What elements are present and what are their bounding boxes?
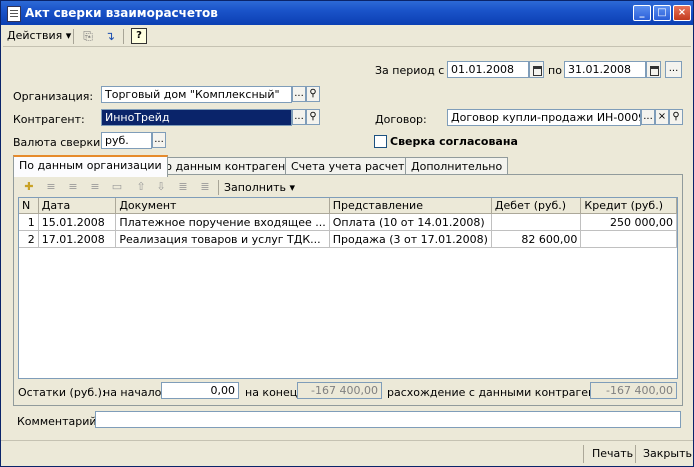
- copy-row-icon[interactable]: ≡: [44, 181, 58, 193]
- cell-document[interactable]: Платежное поручение входящее ...: [115, 213, 330, 231]
- cell-presentation[interactable]: Продажа (3 от 17.01.2008): [329, 230, 492, 248]
- currency-field[interactable]: руб.: [101, 132, 152, 149]
- maximize-button[interactable]: □: [653, 5, 671, 21]
- difference-field: -167 400,00: [590, 382, 677, 399]
- sort-desc-icon[interactable]: ≣: [198, 181, 212, 193]
- tab-panel: ✚ ≡ ≡ ≡ ▭ ⇧ ⇩ ≣ ≣ Заполнить ▾ N Дата Док…: [13, 174, 683, 406]
- window-title: Акт сверки взаиморасчетов: [25, 6, 218, 20]
- title-bar: Акт сверки взаиморасчетов _ □ ×: [1, 1, 693, 25]
- toolbar-separator: [218, 180, 219, 195]
- column-header[interactable]: Кредит (руб.): [580, 198, 677, 214]
- column-header[interactable]: Документ: [115, 198, 330, 214]
- actions-menu[interactable]: Действия ▾: [7, 29, 71, 42]
- date-from-field[interactable]: 01.01.2008: [447, 61, 529, 78]
- organization-select-button[interactable]: ...: [292, 86, 306, 102]
- agreed-checkbox[interactable]: [374, 135, 387, 148]
- tab-additional[interactable]: Дополнительно: [405, 157, 509, 175]
- cell-credit[interactable]: 250 000,00: [580, 213, 677, 231]
- calendar-icon[interactable]: [529, 61, 544, 78]
- comment-label: Комментарий:: [17, 415, 101, 428]
- cell-debit[interactable]: 82 600,00: [491, 230, 582, 248]
- date-to-field[interactable]: 31.01.2008: [564, 61, 646, 78]
- document-icon: [7, 6, 21, 22]
- period-to-label: по: [548, 64, 562, 77]
- search-icon[interactable]: ⚲: [306, 109, 320, 125]
- currency-label: Валюта сверки:: [13, 136, 105, 149]
- difference-label: расхождение с данными контрагента:: [387, 386, 613, 399]
- balance-end-field: -167 400,00: [297, 382, 382, 399]
- move-up-icon[interactable]: ⇧: [134, 181, 148, 193]
- search-icon[interactable]: ⚲: [306, 86, 320, 102]
- copy-icon[interactable]: ⎘: [81, 29, 95, 43]
- column-header[interactable]: Представление: [329, 198, 492, 214]
- print-button[interactable]: Печать: [588, 445, 637, 463]
- counterparty-field[interactable]: ИнноТрейд: [101, 109, 292, 126]
- tab-accounts[interactable]: Счета учета расчетов: [285, 157, 424, 175]
- fill-menu-label: Заполнить: [224, 181, 286, 194]
- edit-row-icon[interactable]: ≡: [66, 181, 80, 193]
- button-separator: [583, 445, 584, 463]
- contract-field[interactable]: Договор купли-продажи ИН-0009: [447, 109, 641, 126]
- post-icon[interactable]: ↴: [103, 29, 117, 43]
- contract-select-button[interactable]: ...: [641, 109, 655, 125]
- cell-presentation[interactable]: Оплата (10 от 14.01.2008): [329, 213, 492, 231]
- cell-date[interactable]: 15.01.2008: [38, 213, 117, 231]
- comment-field[interactable]: [95, 411, 681, 428]
- calendar-icon[interactable]: [646, 61, 661, 78]
- column-header[interactable]: Дата: [38, 198, 117, 214]
- search-icon[interactable]: ⚲: [669, 109, 683, 125]
- close-button[interactable]: Закрыть: [639, 445, 694, 463]
- column-header[interactable]: Дебет (руб.): [491, 198, 582, 214]
- counterparty-select-button[interactable]: ...: [292, 109, 306, 125]
- cell-credit[interactable]: [580, 230, 677, 248]
- balance-start-field[interactable]: 0,00: [161, 382, 239, 399]
- organization-label: Организация:: [13, 90, 94, 103]
- help-icon[interactable]: ?: [131, 28, 147, 44]
- cell-n[interactable]: 2: [19, 230, 39, 248]
- bottom-bar: Печать Закрыть: [1, 440, 693, 467]
- table-header: N Дата Документ Представление Дебет (руб…: [19, 198, 677, 214]
- toolbar-separator: [123, 29, 124, 44]
- minimize-button[interactable]: _: [633, 5, 651, 21]
- clear-icon[interactable]: ×: [655, 109, 669, 125]
- delete-row-icon[interactable]: ≡: [88, 181, 102, 193]
- cell-debit[interactable]: [491, 213, 582, 231]
- sort-asc-icon[interactable]: ≣: [176, 181, 190, 193]
- cell-date[interactable]: 17.01.2008: [38, 230, 117, 248]
- balance-start-label: на начало:: [103, 386, 166, 399]
- cell-n[interactable]: 1: [19, 213, 39, 231]
- organization-field[interactable]: Торговый дом "Комплексный": [101, 86, 292, 103]
- main-toolbar: Действия ▾ ⎘ ↴ ?: [3, 26, 691, 47]
- toolbar-separator: [73, 29, 74, 44]
- tab-counterparty-data[interactable]: По данным контрагента: [151, 157, 305, 175]
- end-edit-icon[interactable]: ▭: [110, 181, 124, 193]
- button-separator: [635, 445, 636, 463]
- column-header[interactable]: N: [19, 198, 39, 214]
- period-from-label: За период с: [375, 64, 445, 77]
- cell-document[interactable]: Реализация товаров и услуг ТДК...: [115, 230, 330, 248]
- move-down-icon[interactable]: ⇩: [154, 181, 168, 193]
- fill-menu[interactable]: Заполнить ▾: [224, 181, 295, 194]
- balances-label: Остатки (руб.):: [18, 386, 106, 399]
- table-row[interactable]: 1 15.01.2008 Платежное поручение входяще…: [19, 213, 677, 231]
- reconciliation-table[interactable]: N Дата Документ Представление Дебет (руб…: [18, 197, 678, 379]
- contract-label: Договор:: [375, 113, 427, 126]
- table-row[interactable]: 2 17.01.2008 Реализация товаров и услуг …: [19, 230, 677, 248]
- act-reconciliation-window: Акт сверки взаиморасчетов _ □ × Действия…: [0, 0, 694, 467]
- tab-organization-data[interactable]: По данным организации: [13, 155, 168, 177]
- balance-end-label: на конец:: [245, 386, 301, 399]
- close-window-button[interactable]: ×: [673, 5, 691, 21]
- period-settings-button[interactable]: ...: [665, 61, 682, 78]
- currency-select-button[interactable]: ...: [152, 132, 166, 148]
- actions-menu-label: Действия: [7, 29, 63, 42]
- add-row-icon[interactable]: ✚: [22, 181, 36, 193]
- counterparty-label: Контрагент:: [13, 113, 85, 126]
- agreed-label: Сверка согласована: [390, 135, 518, 148]
